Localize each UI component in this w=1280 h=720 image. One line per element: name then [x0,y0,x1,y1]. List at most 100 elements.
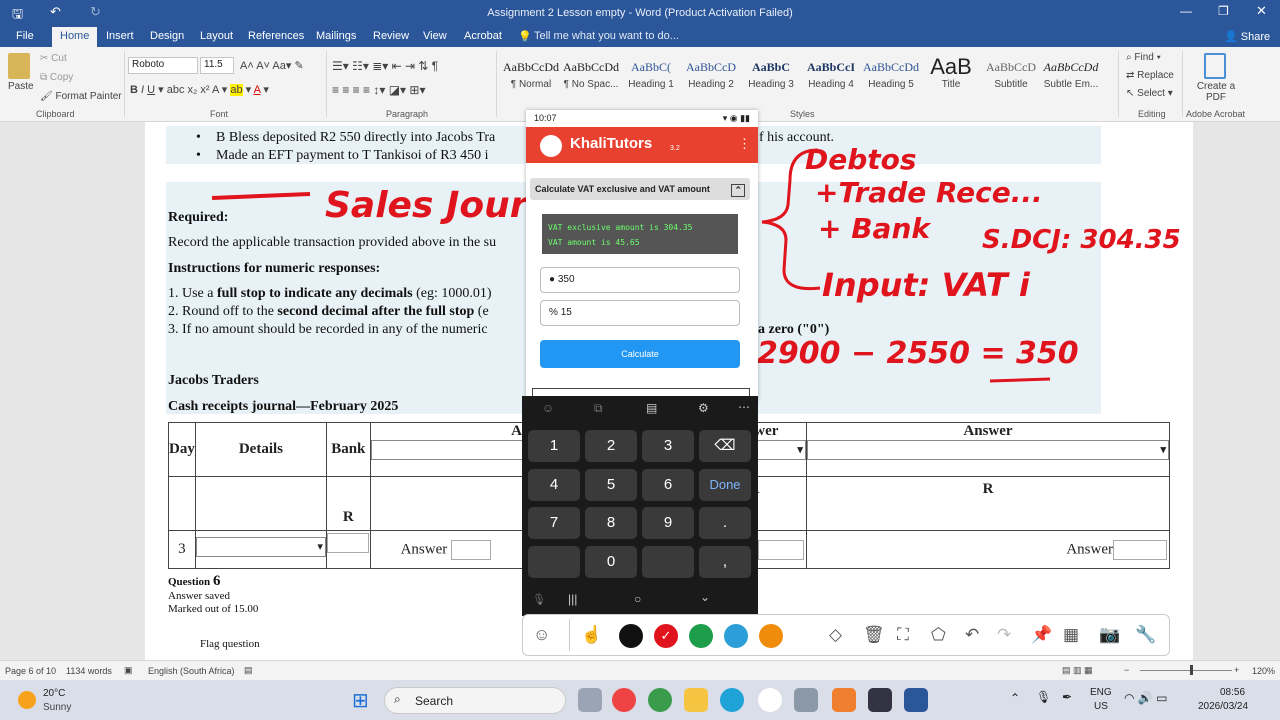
amount-input[interactable]: ● 350 [540,267,740,293]
select-region-icon[interactable]: ⛶ [897,625,909,645]
temperature[interactable]: 20°C [43,688,65,699]
wifi-icon[interactable]: ◠ 🔊 ▭ [1124,691,1167,705]
pin-icon[interactable]: 📌 [1031,625,1052,645]
chrome-icon[interactable] [612,688,636,712]
page-count[interactable]: Page 6 of 10 [5,666,56,676]
style-8[interactable]: AaBbCcD Subtitle [982,55,1040,97]
more-icon[interactable]: ⋮ [738,136,751,152]
style-5[interactable]: AaBbCcI Heading 4 [802,55,860,97]
camera-icon[interactable]: 📷 [1099,625,1120,645]
lang-secondary[interactable]: US [1094,701,1108,712]
undo-icon[interactable]: ↶ [965,625,979,645]
done-key[interactable]: Done [699,469,751,501]
tab-layout[interactable]: Layout [200,30,233,42]
align-icons[interactable]: ≡ ≡ ≡ ≡ ↕▾ ◪▾ ⊞▾ [332,83,425,97]
font-grow-shrink-icons[interactable]: A˄ A˅ Aa▾ ✎ [240,59,304,72]
zoom-slider[interactable] [1140,670,1232,671]
view-icons[interactable]: ▤ ▥ ▦ [1062,665,1093,676]
backspace-key[interactable]: ⌫ [699,430,751,462]
pen-color-0[interactable] [619,624,643,648]
close-icon[interactable]: ✕ [1256,3,1267,19]
key-dot[interactable]: . [699,507,751,539]
redo-icon[interactable]: ↷ [997,625,1011,645]
calendar-icon[interactable]: ▦ [1063,625,1079,645]
create-pdf-button[interactable]: Create a PDF [1196,81,1236,103]
card-header[interactable]: Calculate VAT exclusive and VAT amount ⌃ [530,178,750,200]
minimize-icon[interactable]: — [1180,4,1192,18]
style-4[interactable]: AaBbC Heading 3 [742,55,800,97]
wrench-icon[interactable]: 🔧 [1135,625,1156,645]
style-6[interactable]: AaBbCcDd Heading 5 [862,55,920,97]
language[interactable]: English (South Africa) [148,666,235,676]
more-icon[interactable]: ⋯ [738,400,750,414]
settings-icon[interactable]: ⚙ [698,401,709,415]
key-comma[interactable]: , [699,546,751,578]
pen-icon[interactable]: ✒ [1062,690,1072,704]
percent-input[interactable]: % 15 [540,300,740,326]
chrome-profile-icon[interactable] [648,688,672,712]
key-0[interactable]: 0 [585,546,637,578]
calculate-button[interactable]: Calculate [540,340,740,368]
weather[interactable]: Sunny [43,702,71,713]
copy-button[interactable]: ⧉ Copy [40,72,73,83]
answer-input-2[interactable] [758,539,804,560]
answer-input-3[interactable] [1113,539,1167,560]
home-icon[interactable]: ○ [634,592,641,606]
proofing-icon[interactable]: ▣ [124,665,133,676]
clock-date[interactable]: 2026/03/24 [1198,701,1248,712]
app-icon[interactable] [794,688,818,712]
tab-insert[interactable]: Insert [106,30,134,42]
pen-color-2[interactable] [689,624,713,648]
pdf-icon[interactable] [1204,53,1226,79]
zoom-in-icon[interactable]: + [1234,665,1239,675]
pen-color-1[interactable]: ✓ [654,624,678,648]
key-8[interactable]: 8 [585,507,637,539]
paste-button[interactable]: Paste [8,81,34,92]
key-5[interactable]: 5 [585,469,637,501]
back-icon[interactable]: ⌄ [700,590,710,604]
pointer-icon[interactable]: ☝ [581,625,602,645]
key-2[interactable]: 2 [585,430,637,462]
key-9[interactable]: 9 [642,507,694,539]
style-1[interactable]: AaBbCcDd ¶ No Spac... [562,55,620,97]
style-0[interactable]: AaBbCcDd ¶ Normal [502,55,560,97]
app-icon[interactable] [758,688,782,712]
zoom-level[interactable]: 120% [1252,666,1275,676]
key-6[interactable]: 6 [642,469,694,501]
emoji-icon[interactable]: ☺ [533,625,550,645]
tab-design[interactable]: Design [150,30,184,42]
style-3[interactable]: AaBbCcD Heading 2 [682,55,740,97]
emoji-icon[interactable]: ☺ [542,401,554,415]
app-icon[interactable] [868,688,892,712]
select-button[interactable]: ↖ Select ▾ [1126,88,1173,99]
zoom-out-icon[interactable]: − [1124,665,1129,675]
style-7[interactable]: AaB Title [922,55,980,97]
recents-icon[interactable]: ||| [568,592,577,606]
shapes-icon[interactable]: ⬠ [931,625,946,645]
bank-input[interactable] [327,533,370,553]
pen-color-4[interactable] [759,624,783,648]
collapse-icon[interactable]: ⌃ [731,184,745,197]
answer-input-1[interactable] [451,539,491,560]
style-9[interactable]: AaBbCcDd Subtle Em... [1042,55,1100,97]
word-icon[interactable] [904,688,928,712]
font-size-select[interactable]: 11.5 [200,57,234,74]
chevron-up-icon[interactable]: ⌃ [1010,691,1020,705]
font-format-icons[interactable]: B I U ▾ abc x₂ x² A ▾ ab ▾ A ▾ [130,83,269,96]
flag-question-link[interactable]: Flag question [200,638,260,650]
mic-icon[interactable]: 🎙 [1036,690,1051,704]
windows-start-icon[interactable]: ⊞ [352,688,369,713]
find-button[interactable]: ⌕ Find ▾ [1126,52,1161,63]
share-button[interactable]: 👤 Share [1224,30,1270,43]
app-icon[interactable] [832,688,856,712]
answer-dropdown-3[interactable] [807,440,1169,460]
tab-home[interactable]: Home [52,27,98,47]
clipboard-icon[interactable] [8,53,30,79]
style-2[interactable]: AaBbC(Heading 1 [622,55,680,97]
key-4[interactable]: 4 [528,469,580,501]
list-icons[interactable]: ☰▾ ☷▾ ≣▾ ⇤ ⇥ ⇅ ¶ [332,59,438,73]
macro-icon[interactable]: ▤ [244,665,253,676]
edge-icon[interactable] [720,688,744,712]
task-view-icon[interactable] [578,688,602,712]
format-painter-button[interactable]: 🖌 Format Painter [40,91,122,102]
